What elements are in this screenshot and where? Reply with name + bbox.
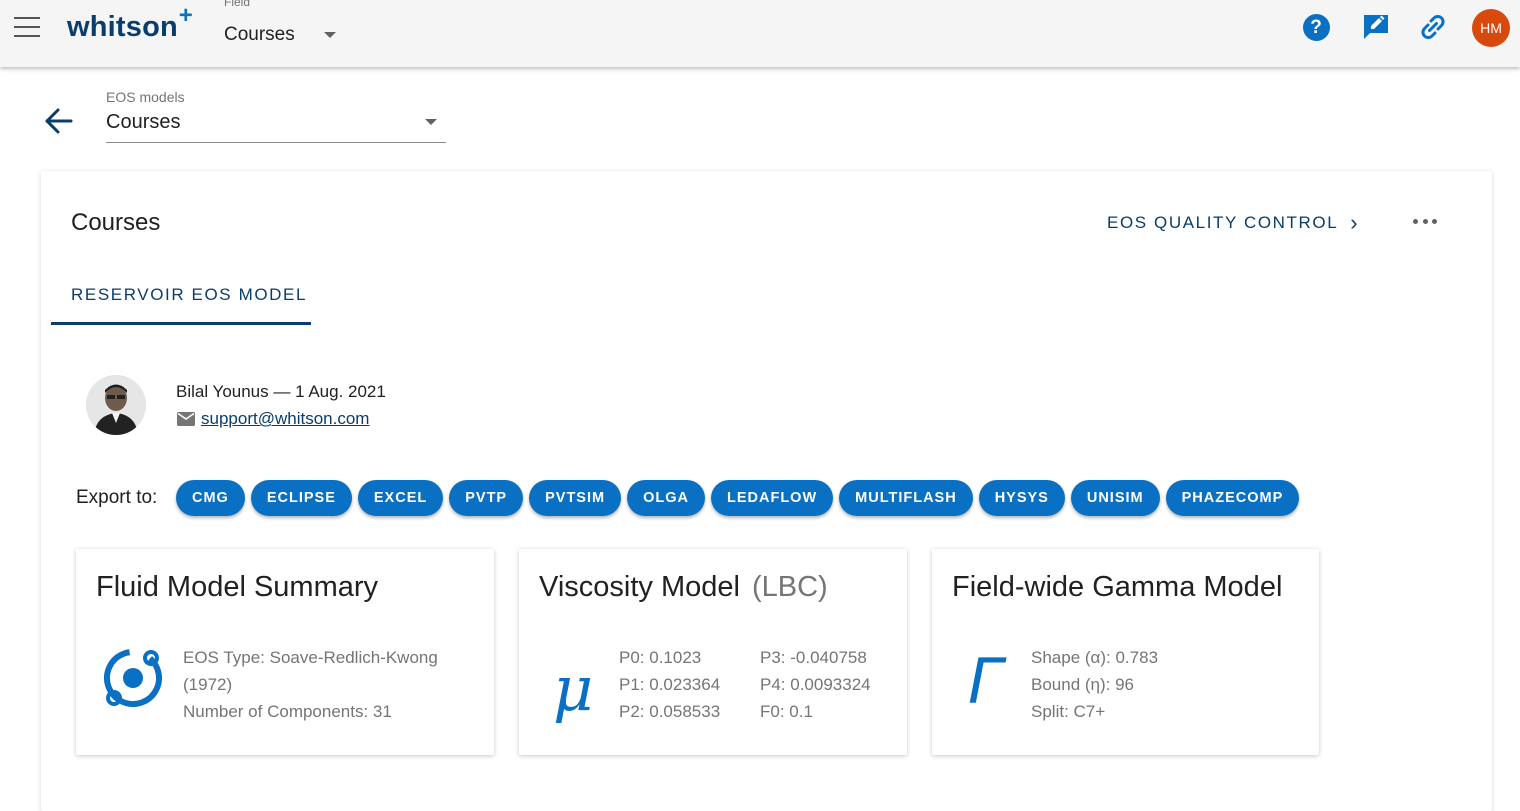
eos-quality-control-link[interactable]: EOS QUALITY CONTROL › (1107, 210, 1360, 235)
dot-icon (1413, 218, 1418, 224)
card-title: Courses (71, 209, 161, 236)
gamma-bound: Bound (η): 96 (1031, 675, 1135, 694)
export-hysys-button[interactable]: HYSYS (978, 480, 1065, 516)
tab-label: RESERVOIR EOS MODEL (71, 285, 308, 304)
tab-reservoir-eos-model[interactable]: RESERVOIR EOS MODEL (51, 275, 311, 325)
viscosity-title: Viscosity Model (LBC) (539, 571, 828, 604)
export-cmg-button[interactable]: CMG (176, 480, 245, 516)
export-unisim-button[interactable]: UNISIM (1070, 480, 1160, 516)
mail-icon (177, 412, 195, 426)
menu-icon[interactable] (14, 17, 40, 37)
eos-model-card: Courses EOS QUALITY CONTROL › RESERVOIR … (41, 171, 1492, 811)
eos-models-label: EOS models (106, 89, 185, 105)
gamma-split: Split: C7+ (1031, 702, 1106, 721)
number-of-components: Number of Components: 31 (183, 702, 392, 721)
eos-type-line: EOS Type: Soave-Redlich-Kwong (183, 648, 438, 667)
viscosity-title-text: Viscosity Model (539, 571, 740, 603)
dot-icon (1432, 218, 1437, 224)
field-select[interactable]: Courses (224, 24, 344, 48)
gamma-icon: Γ (968, 645, 1003, 718)
export-eclipse-button[interactable]: ECLIPSE (250, 480, 352, 516)
arrow-left-icon (45, 108, 73, 134)
fluid-summary-title: Fluid Model Summary (96, 571, 379, 603)
author-line: Bilal Younus — 1 Aug. 2021 (176, 382, 386, 401)
logo-text: whitson (67, 11, 178, 43)
export-excel-button[interactable]: EXCEL (357, 480, 444, 516)
export-buttons: CMG ECLIPSE EXCEL PVTP PVTSIM OLGA LEDAF… (176, 480, 1300, 516)
export-pvtp-button[interactable]: PVTP (449, 480, 524, 516)
gamma-model-card[interactable]: Field-wide Gamma Model Γ Shape (α): 0.78… (932, 549, 1319, 755)
link-button[interactable] (1418, 12, 1448, 42)
gamma-shape: Shape (α): 0.783 (1031, 648, 1159, 667)
person-photo-icon (86, 375, 146, 435)
field-select-value: Courses (224, 24, 295, 45)
feedback-icon (1364, 15, 1388, 39)
export-olga-button[interactable]: OLGA (627, 480, 705, 516)
eos-model-select[interactable]: Courses (106, 109, 446, 143)
caret-down-icon (324, 32, 336, 38)
chevron-right-icon: › (1350, 210, 1360, 235)
param-p0: P0: 0.1023 (619, 648, 702, 667)
fluid-model-summary-card[interactable]: Fluid Model Summary EOS Type: Soave-Redl… (76, 549, 494, 755)
param-p4: P4: 0.0093324 (760, 675, 871, 694)
help-button[interactable]: ? (1301, 12, 1331, 42)
eos-type-year: (1972) (183, 675, 233, 694)
atom-icon (104, 649, 162, 707)
export-phazecomp-button[interactable]: PHAZECOMP (1165, 480, 1300, 516)
feedback-button[interactable] (1361, 12, 1391, 42)
export-multiflash-button[interactable]: MULTIFLASH (839, 480, 973, 516)
gamma-title: Field-wide Gamma Model (952, 571, 1283, 603)
logo[interactable]: whitson + (67, 2, 193, 44)
param-p1: P1: 0.023364 (619, 675, 721, 694)
logo-plus: + (178, 2, 193, 29)
param-p3: P3: -0.040758 (760, 648, 867, 667)
qc-link-label: EOS QUALITY CONTROL (1107, 213, 1339, 232)
back-button[interactable] (42, 104, 76, 138)
link-icon (1421, 14, 1445, 40)
param-f0: F0: 0.1 (760, 702, 813, 721)
export-label: Export to: (76, 487, 158, 508)
viscosity-subtitle: (LBC) (751, 571, 828, 603)
support-email-link[interactable]: support@whitson.com (201, 409, 369, 429)
user-avatar[interactable]: HM (1472, 9, 1510, 47)
eos-model-select-value: Courses (106, 111, 181, 133)
field-label: Field (224, 0, 251, 9)
viscosity-model-card[interactable]: Viscosity Model (LBC) μ P0: 0.1023 P1: 0.… (519, 549, 907, 755)
help-icon: ? (1302, 13, 1330, 41)
param-p2: P2: 0.058533 (619, 702, 721, 721)
more-options-button[interactable] (1413, 211, 1437, 231)
dot-icon (1422, 218, 1428, 224)
author-avatar (86, 375, 146, 435)
app-bar: whitson + Field Courses ? HM (0, 0, 1520, 67)
mu-icon: μ (553, 652, 594, 725)
export-pvtsim-button[interactable]: PVTSIM (529, 480, 622, 516)
caret-down-icon (425, 119, 437, 125)
export-ledaflow-button[interactable]: LEDAFLOW (710, 480, 834, 516)
